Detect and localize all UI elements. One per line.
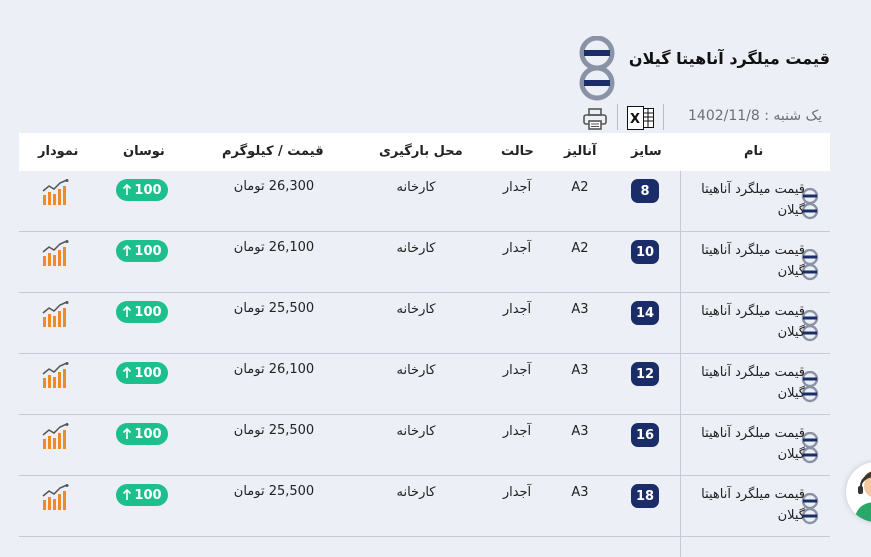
price-value: 26,100 تومان xyxy=(233,240,315,255)
fluctuation-value: 100 xyxy=(134,426,162,442)
price-value: 26,300 تومان xyxy=(233,179,315,194)
divider xyxy=(617,104,618,130)
place-value: کارخانه xyxy=(396,241,436,256)
row-name[interactable]: قیمت میلگرد آناهیتا گیلان xyxy=(693,362,805,404)
arrow-up-icon xyxy=(123,184,132,195)
column-header-analysis: آنالیز xyxy=(564,144,597,159)
chart-icon[interactable] xyxy=(42,240,70,266)
fluctuation-badge: 100 xyxy=(116,240,168,262)
column-divider xyxy=(680,476,681,536)
support-avatar-icon xyxy=(854,471,871,522)
table-row: قیمت میلگرد آناهیتا گیلان 14 A3 آجدار کا… xyxy=(19,293,830,354)
chart-icon[interactable] xyxy=(42,423,70,449)
table-row: قیمت میلگرد آناهیتا گیلان 18 A3 آجدار کا… xyxy=(19,476,830,537)
place-value: کارخانه xyxy=(396,424,436,439)
place-value: کارخانه xyxy=(396,485,436,500)
state-value: آجدار xyxy=(502,302,532,317)
row-name[interactable]: قیمت میلگرد آناهیتا گیلان xyxy=(693,240,805,282)
arrow-up-icon xyxy=(123,245,132,256)
fluctuation-badge: 100 xyxy=(116,301,168,323)
place-value: کارخانه xyxy=(396,302,436,317)
excel-icon[interactable]: X xyxy=(627,106,655,130)
column-divider xyxy=(680,415,681,475)
brand-logo-icon xyxy=(579,36,615,101)
place-value: کارخانه xyxy=(396,363,436,378)
column-header-chart: نمودار xyxy=(38,144,79,159)
state-value: آجدار xyxy=(502,485,532,500)
divider xyxy=(663,104,664,130)
size-badge: 18 xyxy=(631,484,659,508)
fluctuation-badge: 100 xyxy=(116,423,168,445)
table-header: نام سایز آنالیز حالت محل بارگیری قیمت / … xyxy=(19,133,830,171)
fluctuation-value: 100 xyxy=(134,365,162,381)
column-divider xyxy=(680,232,681,292)
column-header-fluctuation: نوسان xyxy=(123,144,165,159)
fluctuation-value: 100 xyxy=(134,243,162,259)
state-value: آجدار xyxy=(502,241,532,256)
analysis-value: A2 xyxy=(571,241,589,256)
date-label: یک شنبه : 1402/11/8 xyxy=(688,108,822,124)
fluctuation-value: 100 xyxy=(134,487,162,503)
state-value: آجدار xyxy=(502,180,532,195)
chart-icon[interactable] xyxy=(42,179,70,205)
analysis-value: A3 xyxy=(571,485,589,500)
column-divider xyxy=(680,293,681,353)
column-divider xyxy=(680,171,681,231)
arrow-up-icon xyxy=(123,489,132,500)
size-badge: 8 xyxy=(631,179,659,203)
print-icon[interactable] xyxy=(583,108,607,130)
fluctuation-badge: 100 xyxy=(116,179,168,201)
chart-icon[interactable] xyxy=(42,484,70,510)
support-avatar[interactable] xyxy=(846,462,871,522)
table-row xyxy=(19,537,830,557)
column-divider xyxy=(680,354,681,414)
fluctuation-value: 100 xyxy=(134,304,162,320)
column-header-name: نام xyxy=(744,144,764,159)
column-header-size: سایز xyxy=(631,144,662,159)
analysis-value: A2 xyxy=(571,180,589,195)
price-value: 25,500 تومان xyxy=(233,484,315,499)
row-name[interactable]: قیمت میلگرد آناهیتا گیلان xyxy=(693,179,805,221)
svg-text:X: X xyxy=(630,112,640,127)
fluctuation-value: 100 xyxy=(134,182,162,198)
size-badge: 16 xyxy=(631,423,659,447)
analysis-value: A3 xyxy=(571,424,589,439)
fluctuation-badge: 100 xyxy=(116,362,168,384)
place-value: کارخانه xyxy=(396,180,436,195)
column-header-state: حالت xyxy=(501,144,534,159)
chart-icon[interactable] xyxy=(42,301,70,327)
price-value: 25,500 تومان xyxy=(233,301,315,316)
price-table: نام سایز آنالیز حالت محل بارگیری قیمت / … xyxy=(19,133,830,557)
table-row: قیمت میلگرد آناهیتا گیلان 8 A2 آجدار کار… xyxy=(19,171,830,232)
arrow-up-icon xyxy=(123,367,132,378)
table-row: قیمت میلگرد آناهیتا گیلان 12 A3 آجدار کا… xyxy=(19,354,830,415)
column-header-price: قیمت / کیلوگرم xyxy=(222,144,324,159)
column-header-place: محل بارگیری xyxy=(379,144,463,159)
price-value: 25,500 تومان xyxy=(233,423,315,438)
size-badge: 14 xyxy=(631,301,659,325)
row-name[interactable]: قیمت میلگرد آناهیتا گیلان xyxy=(693,484,805,526)
table-row: قیمت میلگرد آناهیتا گیلان 10 A2 آجدار کا… xyxy=(19,232,830,293)
arrow-up-icon xyxy=(123,306,132,317)
arrow-up-icon xyxy=(123,428,132,439)
size-badge: 12 xyxy=(631,362,659,386)
state-value: آجدار xyxy=(502,363,532,378)
analysis-value: A3 xyxy=(571,302,589,317)
page-title: قیمت میلگرد آناهیتا گیلان xyxy=(628,49,830,68)
price-value: 26,100 تومان xyxy=(233,362,315,377)
chart-icon[interactable] xyxy=(42,362,70,388)
column-divider xyxy=(680,537,681,557)
table-row: قیمت میلگرد آناهیتا گیلان 16 A3 آجدار کا… xyxy=(19,415,830,476)
size-badge: 10 xyxy=(631,240,659,264)
fluctuation-badge: 100 xyxy=(116,484,168,506)
table-body: قیمت میلگرد آناهیتا گیلان 8 A2 آجدار کار… xyxy=(19,171,830,537)
row-name[interactable]: قیمت میلگرد آناهیتا گیلان xyxy=(693,423,805,465)
analysis-value: A3 xyxy=(571,363,589,378)
state-value: آجدار xyxy=(502,424,532,439)
row-name[interactable]: قیمت میلگرد آناهیتا گیلان xyxy=(693,301,805,343)
